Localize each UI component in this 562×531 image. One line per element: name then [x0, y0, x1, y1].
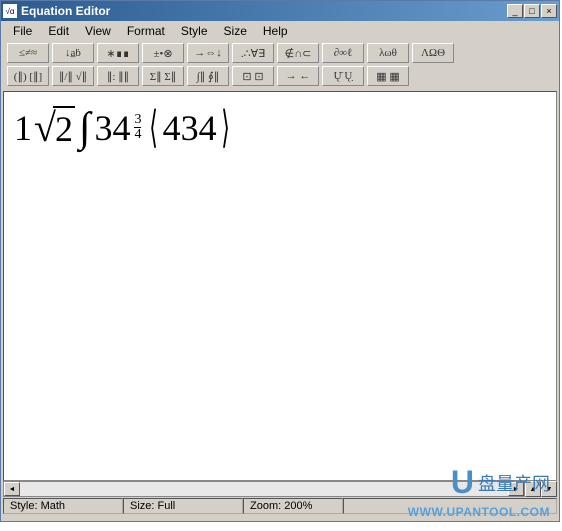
status-zoom: Zoom: 200% — [243, 498, 343, 514]
tool-arrows[interactable]: →⇔↓ — [187, 43, 229, 63]
tool-embellish[interactable]: ↓a̲ḃ — [52, 43, 94, 63]
scroll-track[interactable] — [20, 482, 508, 496]
watermark-brand: U 盘量产网 — [451, 464, 550, 501]
watermark-url: WWW.UPANTOOL.COM — [408, 505, 550, 519]
status-style-label: Style: — [10, 500, 38, 512]
menubar: File Edit View Format Style Size Help — [1, 21, 559, 41]
tool-fractions[interactable]: ∥/∥ √∥ — [52, 66, 94, 86]
tool-fences[interactable]: (∥) [∥] — [7, 66, 49, 86]
tool-labeled-arrow[interactable]: → ← — [277, 66, 319, 86]
app-icon: √α — [3, 4, 17, 18]
integral-icon: ∫ — [79, 104, 91, 152]
tool-greek-upper[interactable]: ΛΩΘ — [412, 43, 454, 63]
eq-frac-den: 4 — [134, 127, 141, 142]
tool-subsup[interactable]: ∥: ∥∥ — [97, 66, 139, 86]
eq-lead: 1 — [14, 107, 32, 149]
watermark-u-icon: U — [451, 464, 474, 501]
eq-angle-content: 434 — [163, 107, 217, 149]
scroll-left-button[interactable]: ◄ — [4, 482, 20, 496]
tool-matrix[interactable]: ▦ ▦ — [367, 66, 409, 86]
window-title: Equation Editor — [21, 4, 110, 18]
status-size-label: Size: — [130, 500, 154, 512]
watermark-text: 盘量产网 — [478, 470, 550, 496]
angle-bracket-left-icon: ⟨ — [150, 102, 159, 153]
tool-logical[interactable]: .∴∀∃ — [232, 43, 274, 63]
tool-operators[interactable]: ±•⊗ — [142, 43, 184, 63]
window-controls: _ □ × — [507, 4, 557, 18]
tool-set[interactable]: ∉∩⊂ — [277, 43, 319, 63]
maximize-button[interactable]: □ — [524, 4, 540, 18]
titlebar-left: √α Equation Editor — [3, 4, 110, 18]
app-window: √α Equation Editor _ □ × File Edit View … — [0, 0, 560, 522]
status-zoom-label: Zoom: — [250, 500, 281, 512]
toolbar: ≤≠≈ ↓a̲ḃ ∗∎∎ ±•⊗ →⇔↓ .∴∀∃ ∉∩⊂ ∂∞ℓ λωθ ΛΩ… — [1, 41, 559, 91]
tool-integral[interactable]: ∫∥ ∮∥ — [187, 66, 229, 86]
horizontal-scrollbar[interactable]: ◄ ► — [3, 481, 525, 497]
toolbar-row-2: (∥) [∥] ∥/∥ √∥ ∥: ∥∥ Σ∥ Σ∥ ∫∥ ∮∥ ⊡ ⊡ → ←… — [7, 66, 553, 86]
menu-file[interactable]: File — [5, 22, 40, 40]
equation-canvas[interactable]: 1 √ 2 ∫ 34 3 4 ⟨ 434 ⟩ — [3, 91, 557, 481]
eq-after-sqrt: 34 — [94, 107, 130, 149]
titlebar: √α Equation Editor _ □ × — [1, 1, 559, 21]
menu-view[interactable]: View — [77, 22, 119, 40]
status-size: Size: Full — [123, 498, 243, 514]
tool-overbar[interactable]: ⊡ ⊡ — [232, 66, 274, 86]
tool-products[interactable]: Ų̄ Ų̣ — [322, 66, 364, 86]
close-button[interactable]: × — [541, 4, 557, 18]
angle-bracket-right-icon: ⟩ — [221, 102, 230, 153]
eq-fraction: 3 4 — [134, 113, 141, 142]
minimize-button[interactable]: _ — [507, 4, 523, 18]
tool-spaces[interactable]: ∗∎∎ — [97, 43, 139, 63]
tool-misc[interactable]: ∂∞ℓ — [322, 43, 364, 63]
menu-edit[interactable]: Edit — [40, 22, 77, 40]
tool-summation[interactable]: Σ∥ Σ∥ — [142, 66, 184, 86]
status-style: Style: Math — [3, 498, 123, 514]
tool-relational[interactable]: ≤≠≈ — [7, 43, 49, 63]
toolbar-row-1: ≤≠≈ ↓a̲ḃ ∗∎∎ ±•⊗ →⇔↓ .∴∀∃ ∉∩⊂ ∂∞ℓ λωθ ΛΩ… — [7, 43, 553, 63]
menu-format[interactable]: Format — [119, 22, 173, 40]
status-size-value: Full — [158, 500, 176, 512]
equation-content: 1 √ 2 ∫ 34 3 4 ⟨ 434 ⟩ — [14, 102, 234, 153]
tool-greek-lower[interactable]: λωθ — [367, 43, 409, 63]
eq-sqrt-arg: 2 — [53, 106, 75, 150]
menu-help[interactable]: Help — [255, 22, 296, 40]
eq-frac-num: 3 — [134, 113, 141, 127]
status-style-value: Math — [41, 500, 65, 512]
menu-style[interactable]: Style — [173, 22, 216, 40]
status-zoom-value: 200% — [284, 500, 312, 512]
menu-size[interactable]: Size — [216, 22, 255, 40]
